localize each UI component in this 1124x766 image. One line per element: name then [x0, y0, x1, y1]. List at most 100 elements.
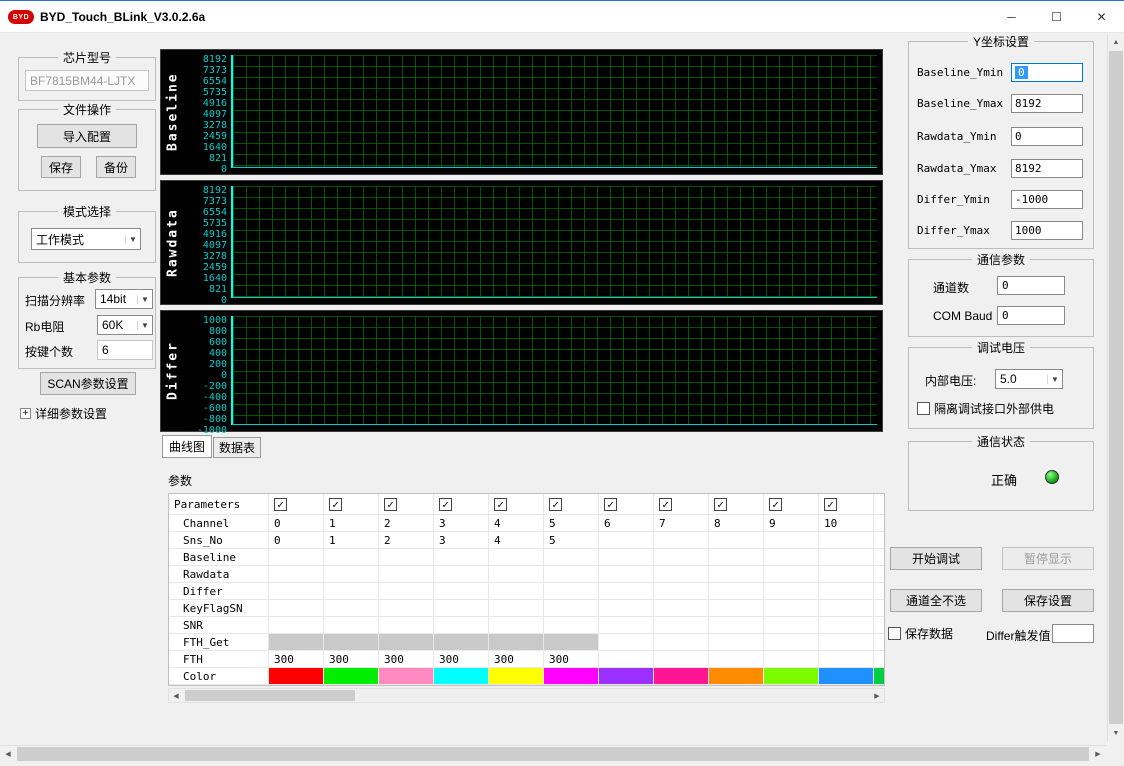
differ-ymin-input[interactable]: -1000: [1011, 190, 1083, 209]
table-cell: ✓: [764, 494, 819, 515]
maximize-button[interactable]: ☐: [1034, 1, 1079, 33]
key-count-field[interactable]: 6: [97, 340, 153, 360]
horizontal-scrollbar[interactable]: ◀ ▶: [0, 745, 1106, 762]
table-cell[interactable]: 3: [434, 532, 489, 549]
rb-resistor-select[interactable]: 60K ▼: [97, 315, 153, 335]
scroll-left-icon[interactable]: ◀: [0, 746, 16, 762]
table-cell: [544, 583, 599, 600]
internal-voltage-select[interactable]: 5.0 ▼: [995, 369, 1063, 389]
row-header: Differ: [169, 583, 269, 600]
basic-params-group: 基本参数 扫描分辨率 14bit ▼ Rb电阻 60K ▼ 按键个数 6: [18, 277, 156, 369]
app-window: BYD BYD_Touch_BLink_V3.0.2.6a ─ ☐ ✕ 芯片型号…: [0, 0, 1124, 766]
channel-checkbox[interactable]: ✓: [714, 498, 727, 511]
table-cell: [874, 566, 884, 583]
baseline-ymax-input[interactable]: 8192: [1011, 94, 1083, 113]
scan-resolution-select[interactable]: 14bit ▼: [95, 289, 153, 309]
table-cell[interactable]: 300: [379, 651, 434, 668]
table-row-baseline: Baseline: [169, 549, 884, 566]
table-cell: [379, 600, 434, 617]
table-cell[interactable]: 5: [544, 532, 599, 549]
table-cell[interactable]: 2: [379, 515, 434, 532]
table-cell[interactable]: 8: [709, 515, 764, 532]
vertical-scrollbar-thumb[interactable]: [1109, 51, 1123, 724]
table-scrollbar-thumb[interactable]: [185, 690, 355, 701]
table-cell: [379, 583, 434, 600]
table-cell[interactable]: 2: [379, 532, 434, 549]
y-axis-tick: 1000: [203, 315, 227, 326]
table-cell[interactable]: 6: [599, 515, 654, 532]
save-button[interactable]: 保存: [41, 156, 81, 178]
start-debug-button[interactable]: 开始调试: [890, 547, 982, 570]
channel-checkbox[interactable]: ✓: [659, 498, 672, 511]
y-axis-tick: -600: [203, 403, 227, 414]
table-cell[interactable]: 0: [269, 515, 324, 532]
channel-checkbox[interactable]: ✓: [604, 498, 617, 511]
table-horizontal-scrollbar[interactable]: ◀ ▶: [168, 688, 885, 703]
channel-checkbox[interactable]: ✓: [549, 498, 562, 511]
y-axis-tick: 8192: [203, 185, 227, 196]
chevron-down-icon: ▼: [1047, 375, 1062, 384]
table-cell[interactable]: 0: [269, 532, 324, 549]
table-cell[interactable]: 7: [654, 515, 709, 532]
scroll-right-icon[interactable]: ▶: [1090, 746, 1106, 762]
channel-count-field[interactable]: 0: [997, 276, 1065, 295]
table-cell[interactable]: 4: [489, 532, 544, 549]
y-axis-tick: 4916: [203, 229, 227, 240]
deselect-all-channels-button[interactable]: 通道全不选: [890, 589, 982, 612]
table-cell: [544, 617, 599, 634]
baseline-ymin-label: Baseline_Ymin: [917, 66, 1003, 79]
table-cell[interactable]: 3: [434, 515, 489, 532]
table-cell[interactable]: 300: [489, 651, 544, 668]
table-row-sns_no: Sns_No012345: [169, 532, 884, 549]
rawdata-ymin-input[interactable]: 0: [1011, 127, 1083, 146]
tab-data-table[interactable]: 数据表: [213, 437, 261, 458]
expand-icon[interactable]: +: [20, 408, 31, 419]
detail-settings-tree-node[interactable]: + 详细参数设置: [20, 405, 107, 422]
tab-curve-chart[interactable]: 曲线图: [162, 435, 212, 458]
table-cell[interactable]: 5: [544, 515, 599, 532]
save-data-checkbox[interactable]: [888, 627, 901, 640]
com-baud-field[interactable]: 0: [997, 306, 1065, 325]
vertical-scrollbar[interactable]: ▲ ▼: [1107, 34, 1124, 741]
color-swatch: [874, 668, 884, 685]
save-settings-button[interactable]: 保存设置: [1002, 589, 1094, 612]
y-axis-tick: 8192: [203, 54, 227, 65]
table-cell: [489, 566, 544, 583]
table-cell[interactable]: 300: [269, 651, 324, 668]
import-config-button[interactable]: 导入配置: [37, 124, 137, 148]
scroll-right-icon[interactable]: ▶: [870, 689, 884, 702]
channel-checkbox[interactable]: ✓: [274, 498, 287, 511]
close-button[interactable]: ✕: [1079, 1, 1124, 33]
isolate-power-checkbox[interactable]: [917, 402, 930, 415]
table-cell[interactable]: 9: [764, 515, 819, 532]
table-cell[interactable]: 1: [324, 532, 379, 549]
backup-button[interactable]: 备份: [96, 156, 136, 178]
scroll-left-icon[interactable]: ◀: [169, 689, 183, 702]
table-cell[interactable]: 4: [489, 515, 544, 532]
pause-display-button[interactable]: 暂停显示: [1002, 547, 1094, 570]
minimize-button[interactable]: ─: [989, 1, 1034, 33]
table-cell: [489, 634, 544, 651]
channel-checkbox[interactable]: ✓: [494, 498, 507, 511]
rawdata-ymax-input[interactable]: 8192: [1011, 159, 1083, 178]
table-cell[interactable]: 300: [434, 651, 489, 668]
work-mode-select[interactable]: 工作模式 ▼: [31, 228, 141, 250]
baseline-ymin-input[interactable]: 0: [1011, 63, 1083, 82]
channel-checkbox[interactable]: ✓: [769, 498, 782, 511]
table-cell: [709, 600, 764, 617]
differ-trigger-input[interactable]: [1052, 624, 1094, 643]
table-cell[interactable]: 10: [819, 515, 874, 532]
scan-settings-button[interactable]: SCAN参数设置: [40, 372, 136, 395]
scroll-up-icon[interactable]: ▲: [1108, 34, 1124, 50]
table-cell[interactable]: 1: [324, 515, 379, 532]
table-cell[interactable]: 300: [544, 651, 599, 668]
channel-checkbox[interactable]: ✓: [384, 498, 397, 511]
channel-checkbox[interactable]: ✓: [824, 498, 837, 511]
scroll-down-icon[interactable]: ▼: [1108, 725, 1124, 741]
horizontal-scrollbar-thumb[interactable]: [17, 747, 1089, 761]
channel-checkbox[interactable]: ✓: [329, 498, 342, 511]
channel-checkbox[interactable]: ✓: [439, 498, 452, 511]
table-cell[interactable]: 300: [324, 651, 379, 668]
differ-ymax-input[interactable]: 1000: [1011, 221, 1083, 240]
color-swatch: [269, 668, 324, 685]
